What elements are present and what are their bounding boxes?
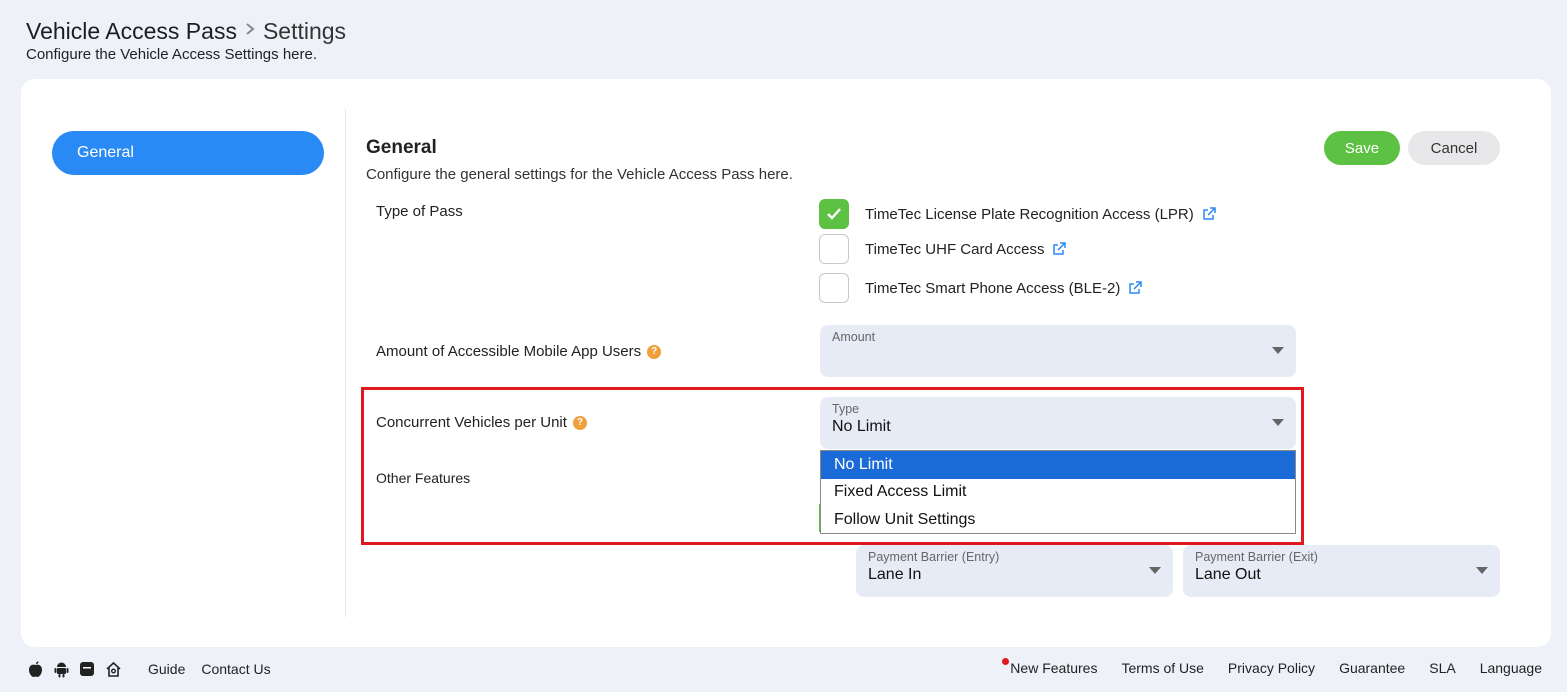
apple-icon[interactable] [26,660,44,678]
type-of-pass-label: Type of Pass [376,203,463,220]
caret-down-icon [1149,567,1161,574]
breadcrumb-root[interactable]: Vehicle Access Pass [26,16,237,46]
breadcrumb: Vehicle Access Pass Settings [26,16,346,46]
breadcrumb-current: Settings [262,18,347,44]
amount-select[interactable]: Amount [820,325,1296,377]
footer-link-terms-of-use[interactable]: Terms of Use [1121,660,1203,676]
mobile-users-label: Amount of Accessible Mobile App Users ? [376,343,662,360]
footer-right: New Features Terms of Use Privacy Policy… [986,658,1542,676]
external-link-icon[interactable] [1202,207,1216,221]
concurrent-dropdown-menu: No Limit Fixed Access Limit Follow Unit … [820,450,1296,534]
lpr-option-label: TimeTec License Plate Recognition Access… [865,205,1194,223]
footer-link-new-features[interactable]: New Features [1002,658,1098,676]
sidebar-divider [345,109,346,617]
footer-link-language[interactable]: Language [1480,660,1542,676]
huawei-app-icon[interactable] [78,660,96,678]
footer-link-contact-us[interactable]: Contact Us [201,661,270,677]
entry-select-label: Payment Barrier (Entry) [868,550,1000,564]
pass-option-ble: TimeTec Smart Phone Access (BLE-2) [819,273,1143,303]
uhf-checkbox[interactable] [819,234,849,264]
exit-select-value: Lane Out [1195,566,1261,583]
mobile-users-label-text: Amount of Accessible Mobile App Users [376,343,642,360]
payment-barrier-entry-select[interactable]: Payment Barrier (Entry) Lane In [856,545,1173,597]
dropdown-option-fixed-access-limit[interactable]: Fixed Access Limit [821,479,1295,507]
entry-select-value: Lane In [868,566,922,583]
dropdown-option-no-limit[interactable]: No Limit [821,451,1295,479]
notification-dot [1002,658,1010,665]
page-subtitle: Configure the Vehicle Access Settings he… [26,46,318,63]
ble-option-label: TimeTec Smart Phone Access (BLE-2) [865,279,1121,297]
settings-card: General General Configure the general se… [21,79,1551,647]
exit-select-label: Payment Barrier (Exit) [1195,550,1318,564]
help-icon[interactable]: ? [647,344,662,359]
footer-link-sla[interactable]: SLA [1429,660,1455,676]
cancel-button[interactable]: Cancel [1408,131,1500,165]
android-icon[interactable] [52,660,70,678]
footer-link-guarantee[interactable]: Guarantee [1339,660,1405,676]
save-button[interactable]: Save [1324,131,1400,165]
chevron-right-icon [245,16,255,46]
ble-checkbox[interactable] [819,273,849,303]
payment-barrier-exit-select[interactable]: Payment Barrier (Exit) Lane Out [1183,545,1500,597]
section-description: Configure the general settings for the V… [366,166,793,183]
amount-select-label: Amount [832,330,876,344]
footer-link-guide[interactable]: Guide [148,661,185,677]
pass-option-lpr: TimeTec License Plate Recognition Access… [819,199,1216,229]
page-header: Vehicle Access Pass Settings Configure t… [26,16,346,63]
caret-down-icon [1476,567,1488,574]
new-features-text: New Features [1010,660,1098,676]
section-title: General [366,137,437,158]
uhf-option-label: TimeTec UHF Card Access [865,240,1045,258]
home-icon[interactable] [104,660,122,678]
pass-option-uhf: TimeTec UHF Card Access [819,234,1067,264]
lpr-checkbox[interactable] [819,199,849,229]
external-link-icon[interactable] [1052,242,1067,256]
footer-left: Guide Contact Us [26,660,271,678]
external-link-icon[interactable] [1128,281,1143,295]
footer-link-privacy-policy[interactable]: Privacy Policy [1228,660,1315,676]
sidebar-item-general[interactable]: General [52,131,324,175]
sidebar-item-label: General [77,144,134,161]
check-icon [827,208,841,220]
caret-down-icon [1272,347,1284,354]
dropdown-option-follow-unit-settings[interactable]: Follow Unit Settings [821,506,1295,534]
